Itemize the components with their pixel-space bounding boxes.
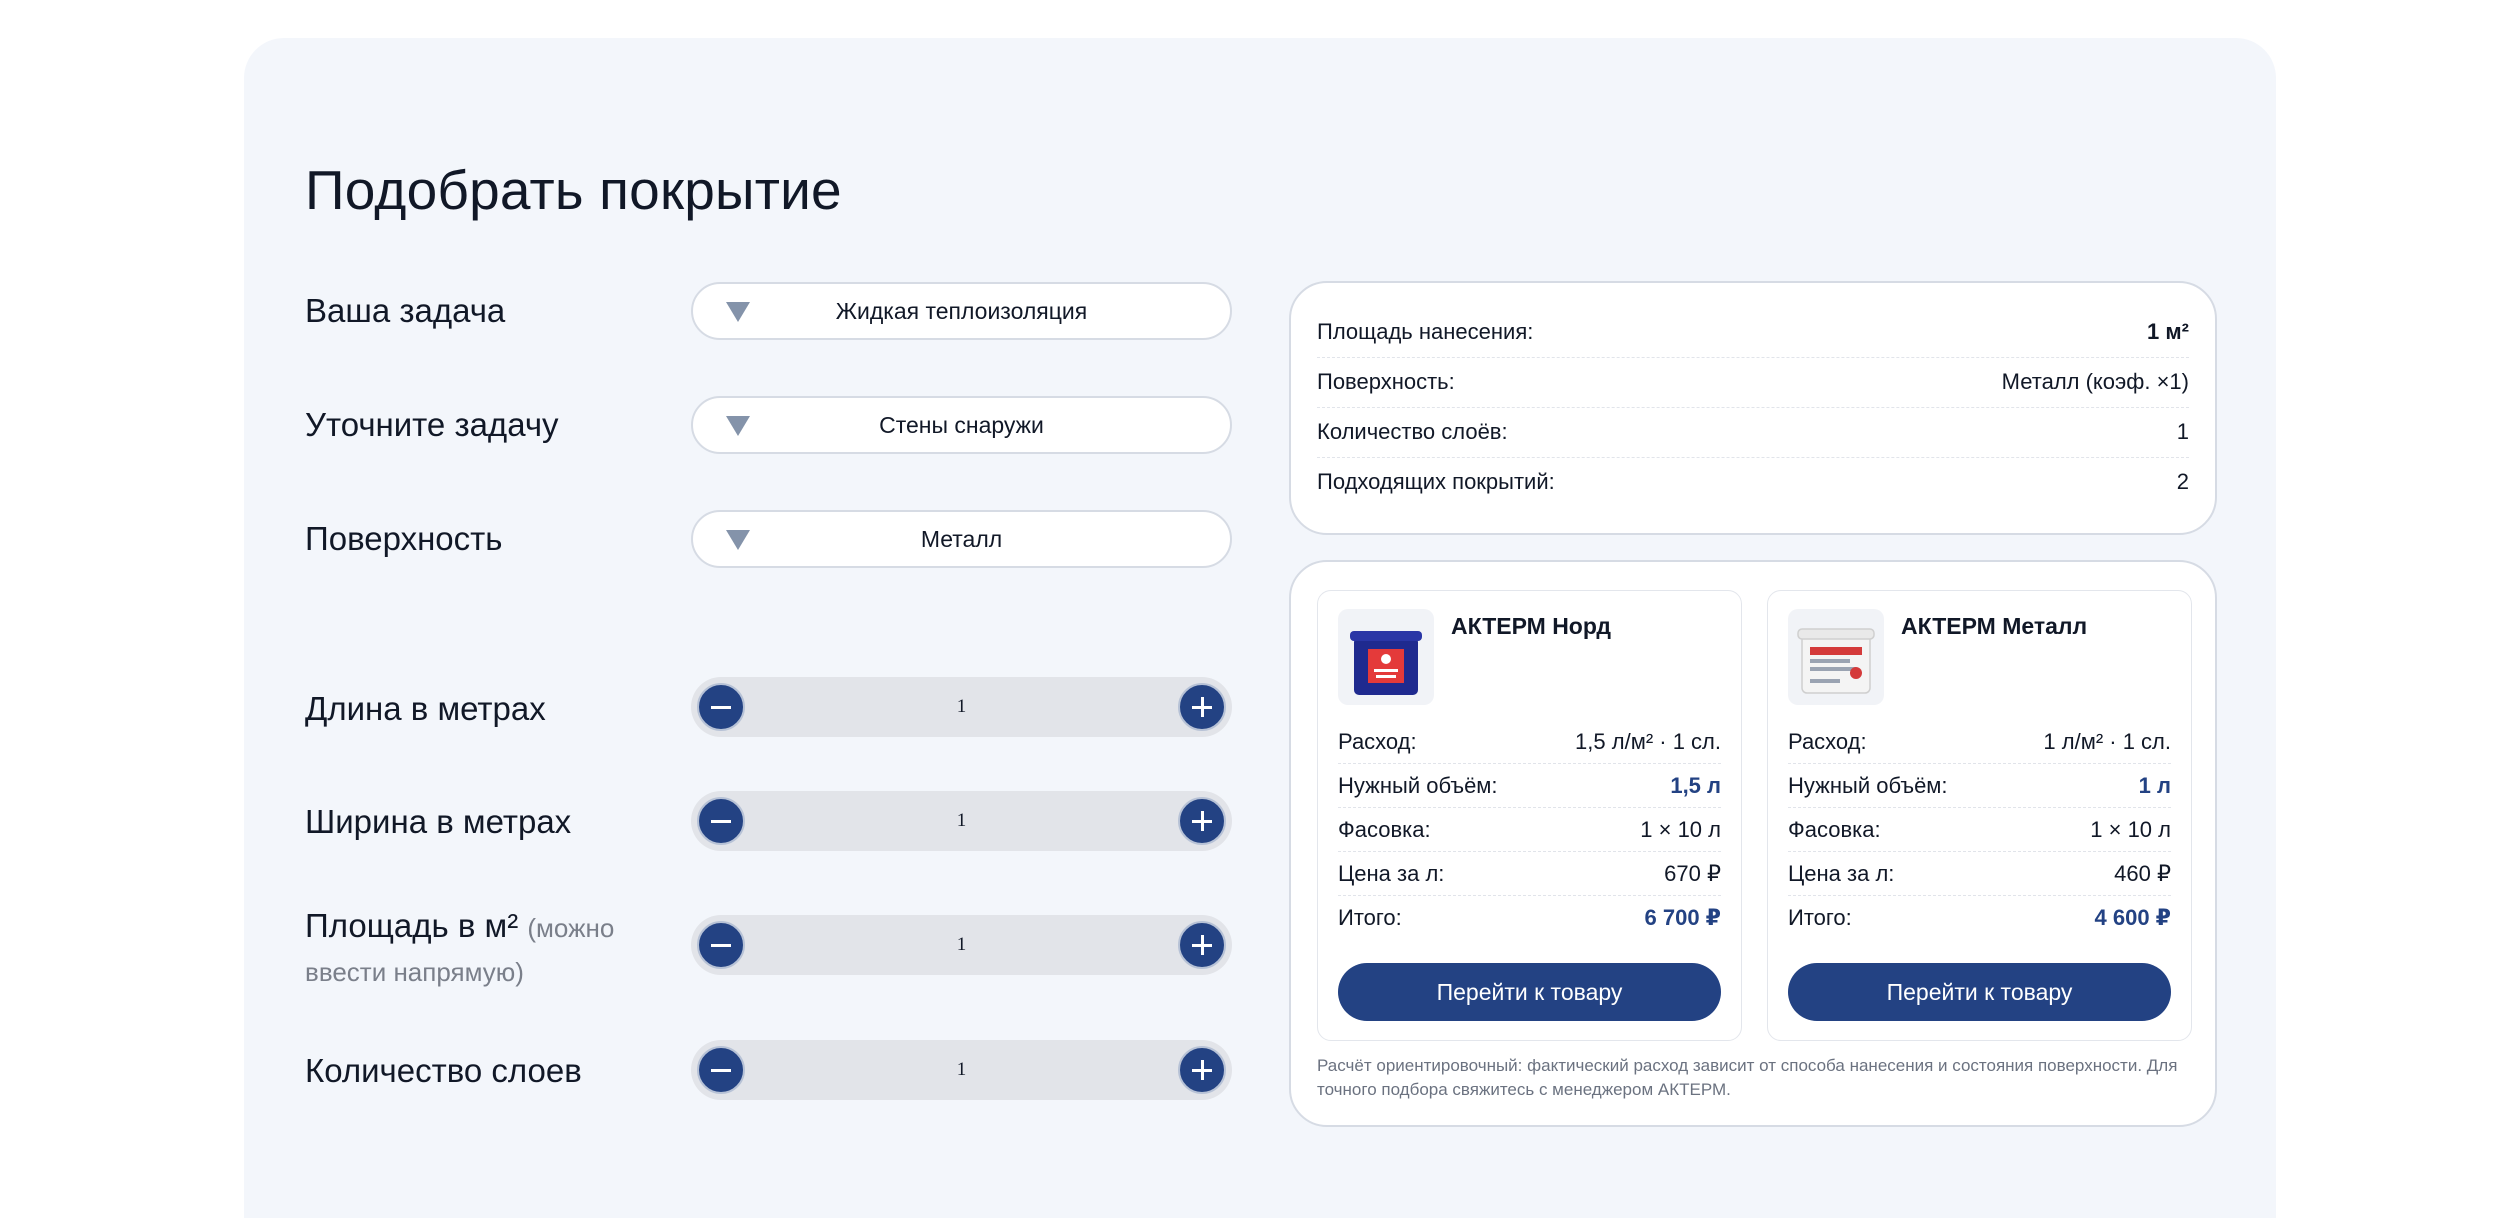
results-card: АКТЕРМ Норд Расход: 1,5 л/м² · 1 сл. Нуж… xyxy=(1289,560,2217,1127)
product-key: Итого: xyxy=(1788,905,1852,930)
layers-stepper: 1 xyxy=(691,1040,1232,1100)
product-key: Итого: xyxy=(1338,905,1402,930)
width-stepper: 1 xyxy=(691,791,1232,851)
disclaimer-note: Расчёт ориентировочный: фактический расх… xyxy=(1317,1056,2178,1099)
product-key: Нужный объём: xyxy=(1788,773,1948,798)
layers-label: Количество слоев xyxy=(305,1052,582,1089)
product-key: Цена за л: xyxy=(1338,861,1445,886)
product-key: Нужный объём: xyxy=(1338,773,1498,798)
product-image xyxy=(1338,609,1434,705)
product-row: Нужный объём: 1,5 л xyxy=(1338,763,1721,808)
product-row: Нужный объём: 1 л xyxy=(1788,763,2171,808)
summary-value: 2 xyxy=(2176,469,2189,494)
summary-card: Площадь нанесения: 1 м² Поверхность: Мет… xyxy=(1289,281,2217,535)
product-row: Цена за л: 460 ₽ xyxy=(1788,851,2171,896)
summary-row: Количество слоёв: 1 xyxy=(1317,407,2189,458)
task-select-value: Жидкая теплоизоляция xyxy=(835,298,1088,324)
summary-value: Металл (коэф. ×1) xyxy=(2001,369,2189,394)
width-value[interactable]: 1 xyxy=(691,791,1232,851)
product-key: Расход: xyxy=(1338,729,1417,754)
go-to-product-button[interactable]: Перейти к товару xyxy=(1788,963,2171,1021)
surface-select-value: Металл xyxy=(920,526,1003,552)
summary-value: 1 м² xyxy=(2147,319,2189,344)
length-label: Длина в метрах xyxy=(305,690,546,727)
product-value: 670 ₽ xyxy=(1664,861,1721,886)
product-row: Расход: 1,5 л/м² · 1 сл. xyxy=(1338,719,1721,764)
product-value: 1,5 л/м² · 1 сл. xyxy=(1575,729,1721,754)
product-card: АКТЕРМ Норд Расход: 1,5 л/м² · 1 сл. Нуж… xyxy=(1317,590,1742,1041)
product-value: 1 л xyxy=(2138,773,2171,798)
product-name: АКТЕРМ Металл xyxy=(1901,613,2088,639)
product-row: Расход: 1 л/м² · 1 сл. xyxy=(1788,719,2171,764)
summary-key: Площадь нанесения: xyxy=(1317,319,1534,344)
product-row: Фасовка: 1 × 10 л xyxy=(1788,807,2171,852)
product-value: 1,5 л xyxy=(1670,773,1721,798)
product-key: Расход: xyxy=(1788,729,1867,754)
layers-value[interactable]: 1 xyxy=(691,1040,1232,1100)
summary-row: Площадь нанесения: 1 м² xyxy=(1317,307,2189,358)
length-stepper: 1 xyxy=(691,677,1232,737)
summary-row: Поверхность: Металл (коэф. ×1) xyxy=(1317,357,2189,408)
summary-key: Поверхность: xyxy=(1317,369,1455,394)
task-select[interactable]: Жидкая теплоизоляция xyxy=(691,282,1232,340)
summary-row: Подходящих покрытий: 2 xyxy=(1317,457,2189,507)
product-total: 4 600 ₽ xyxy=(2094,905,2171,930)
product-row: Цена за л: 670 ₽ xyxy=(1338,851,1721,896)
task-label: Ваша задача xyxy=(305,292,506,329)
product-key: Цена за л: xyxy=(1788,861,1895,886)
product-key: Фасовка: xyxy=(1788,817,1881,842)
plus-icon[interactable] xyxy=(1178,683,1226,731)
summary-key: Количество слоёв: xyxy=(1317,419,1508,444)
plus-icon[interactable] xyxy=(1178,921,1226,969)
product-name: АКТЕРМ Норд xyxy=(1451,613,1611,639)
width-label: Ширина в метрах xyxy=(305,803,572,840)
product-card: АКТЕРМ Металл Расход: 1 л/м² · 1 сл. Нуж… xyxy=(1767,590,2192,1041)
length-value[interactable]: 1 xyxy=(691,677,1232,737)
plus-icon[interactable] xyxy=(1178,797,1226,845)
surface-label: Поверхность xyxy=(305,520,503,557)
paint-bucket-icon xyxy=(1350,631,1422,695)
product-row: Итого: 4 600 ₽ xyxy=(1788,895,2171,939)
product-total: 6 700 ₽ xyxy=(1644,905,1721,930)
subtask-select[interactable]: Стены снаружи xyxy=(691,396,1232,454)
go-to-product-button[interactable]: Перейти к товару xyxy=(1338,963,1721,1021)
summary-value: 1 xyxy=(2176,419,2189,444)
area-stepper: 1 xyxy=(691,915,1232,975)
product-value: 460 ₽ xyxy=(2114,861,2171,886)
product-value: 1 × 10 л xyxy=(1640,817,1721,842)
product-row: Фасовка: 1 × 10 л xyxy=(1338,807,1721,852)
area-label: Площадь в м² (можно ввести напрямую) xyxy=(305,905,685,993)
product-row: Итого: 6 700 ₽ xyxy=(1338,895,1721,939)
subtask-label: Уточните задачу xyxy=(305,406,559,443)
subtask-select-value: Стены снаружи xyxy=(879,412,1044,438)
product-key: Фасовка: xyxy=(1338,817,1431,842)
area-label-text: Площадь в м² xyxy=(305,907,519,944)
plus-icon[interactable] xyxy=(1178,1046,1226,1094)
product-value: 1 × 10 л xyxy=(2090,817,2171,842)
surface-select[interactable]: Металл xyxy=(691,510,1232,568)
summary-key: Подходящих покрытий: xyxy=(1317,469,1555,494)
paint-bucket-icon xyxy=(1797,628,1875,694)
page-title: Подобрать покрытие xyxy=(305,159,842,221)
area-value[interactable]: 1 xyxy=(691,915,1232,975)
product-image xyxy=(1788,609,1884,705)
product-value: 1 л/м² · 1 сл. xyxy=(2043,729,2171,754)
